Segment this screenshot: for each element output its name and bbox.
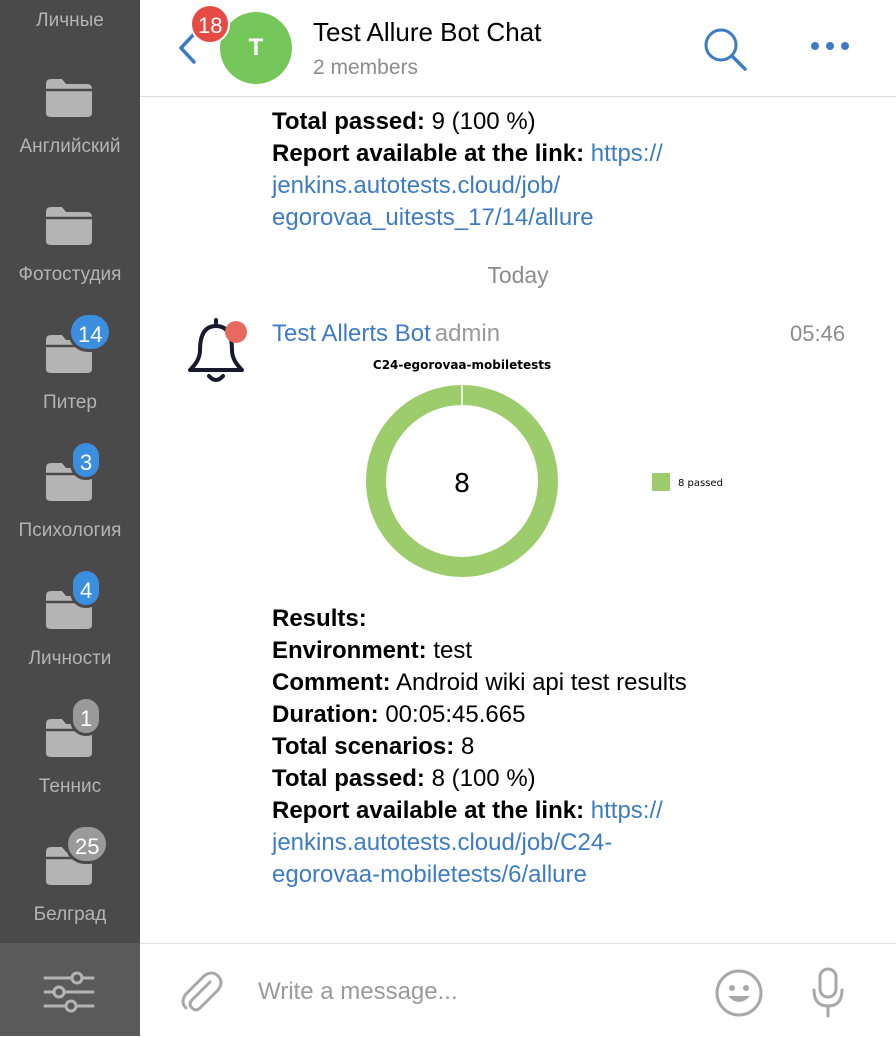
paperclip-icon[interactable] [176, 968, 224, 1016]
duration-line: Duration: 00:05:45.665 [272, 701, 526, 728]
folder-label: Личности [28, 648, 112, 669]
folder-label: Теннис [38, 776, 102, 797]
report-link[interactable]: https:// [591, 140, 663, 167]
legend-label: 8 passed [678, 478, 723, 489]
folder-label: Белград [33, 904, 107, 925]
folder-label: Психология [18, 520, 122, 541]
folder-label: Английский [19, 136, 121, 157]
chart-center-label: 8 [454, 469, 471, 499]
unread-badge: 1 [70, 696, 103, 736]
sender-name[interactable]: Test Allerts Bot [272, 320, 431, 347]
chat-avatar[interactable]: T [220, 12, 292, 84]
unread-badge: 3 [70, 440, 103, 480]
more-dots-icon[interactable] [810, 38, 850, 54]
chat-header: 18 T Test Allure Bot Chat 2 members [140, 0, 896, 97]
folders-sidebar: Личные Английский Фотостудия 14 Питер 3 … [0, 0, 140, 1036]
results-heading: Results: [272, 605, 367, 632]
folder-tennis[interactable]: 1 Теннис [0, 696, 140, 844]
microphone-icon[interactable] [808, 966, 848, 1018]
folder-psychology[interactable]: 3 Психология [0, 440, 140, 588]
folder-english[interactable]: Английский [0, 76, 140, 204]
report-link[interactable]: egorovaa-mobiletests/6/allure [272, 859, 587, 891]
chat-members-count: 2 members [313, 56, 419, 79]
report-line: Report available at the link: https:// [272, 797, 663, 824]
chat-title[interactable]: Test Allure Bot Chat [313, 16, 541, 48]
environment-line: Environment: test [272, 637, 473, 664]
prev-report-line: Report available at the link: https:// [272, 140, 663, 167]
sliders-icon[interactable] [43, 970, 95, 1014]
search-icon[interactable] [702, 26, 748, 72]
message-composer [140, 943, 896, 1037]
unread-badge: 14 [68, 312, 113, 352]
folder-icon [46, 207, 92, 245]
report-link[interactable]: jenkins.autotests.cloud/job/ [272, 170, 560, 202]
emoji-icon[interactable] [714, 968, 764, 1018]
report-link[interactable]: jenkins.autotests.cloud/job/C24- [272, 827, 612, 859]
donut-chart: C24-egorovaa-mobiletests 8 8 passed [366, 358, 723, 577]
message-sender: Test Allerts Bot admin [272, 318, 500, 350]
folder-label: Питер [43, 392, 97, 413]
unread-badge: 4 [70, 568, 103, 608]
comment-line: Comment: Android wiki api test results [272, 669, 687, 696]
message-input[interactable] [258, 972, 678, 1012]
date-separator: Today [487, 262, 549, 288]
sender-role: admin [434, 320, 501, 347]
folder-icon [46, 79, 92, 117]
report-link[interactable]: egorovaa_uitests_17/14/allure [272, 202, 594, 234]
unread-badge: 25 [65, 824, 110, 864]
sidebar-settings-area [0, 943, 140, 1036]
message-time: 05:46 [790, 321, 846, 346]
folder-label: Фотостудия [18, 264, 122, 285]
bell-icon[interactable] [180, 316, 252, 388]
prev-total-passed: Total passed: 9 (100 %) [272, 108, 536, 135]
folder-photostudio[interactable]: Фотостудия [0, 204, 140, 332]
chart-title: C24-egorovaa-mobiletests [373, 358, 551, 372]
chart-image[interactable]: C24-egorovaa-mobiletests 8 8 passed [272, 352, 742, 588]
legend-swatch [652, 473, 670, 491]
folder-piter[interactable]: 14 Питер [0, 312, 140, 460]
passed-line: Total passed: 8 (100 %) [272, 765, 536, 792]
folder-label-personal[interactable]: Личные [0, 10, 140, 34]
folder-personalities[interactable]: 4 Личности [0, 568, 140, 716]
scenarios-line: Total scenarios: 8 [272, 733, 475, 760]
report-link[interactable]: https:// [591, 797, 663, 824]
